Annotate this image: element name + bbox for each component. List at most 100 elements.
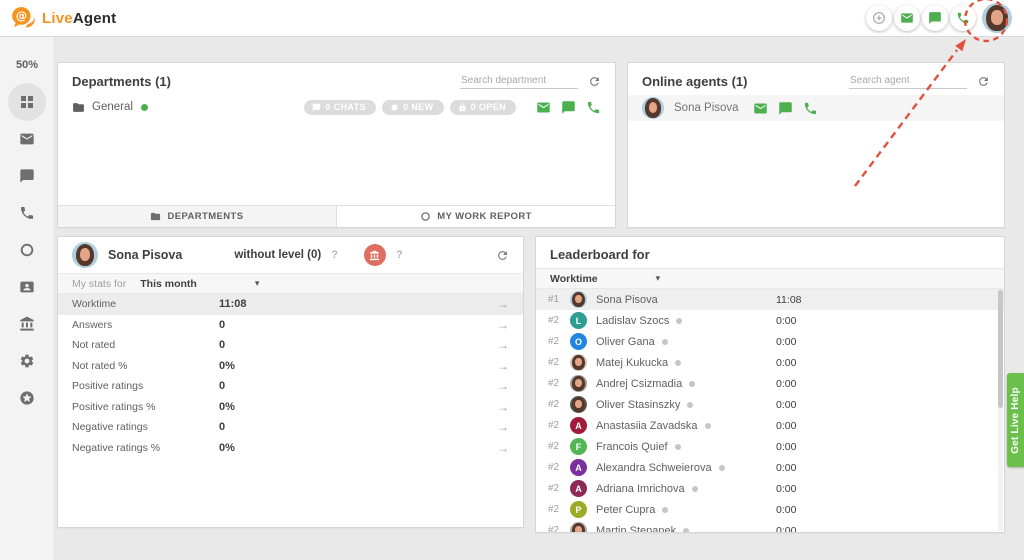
add-button[interactable] (866, 5, 892, 31)
rank-label: #2 (548, 357, 570, 368)
leaderboard-row[interactable]: #2 A Adriana Imrichova 0:00 (536, 478, 1004, 499)
refresh-icon[interactable] (977, 75, 990, 88)
leaderboard-row[interactable]: #2 O Oliver Gana 0:00 (536, 331, 1004, 352)
leaderboard-row[interactable]: #1 Sona Pisova 11:08 (536, 289, 1004, 310)
rank-label: #2 (548, 378, 570, 389)
tab-departments[interactable]: DEPARTMENTS (58, 206, 336, 227)
tab-my-work-report[interactable]: MY WORK REPORT (336, 206, 615, 227)
rank-label: #2 (548, 483, 570, 494)
sidebar-item-contacts[interactable] (0, 268, 55, 305)
bank-icon (369, 250, 380, 261)
period-select[interactable]: This month (140, 278, 197, 290)
rank-label: #2 (548, 336, 570, 347)
agent-name: Martin Stepanek (596, 525, 676, 534)
department-row[interactable]: General 0 CHATS 0 NEW 0 OPEN (58, 95, 615, 119)
stat-label: Positive ratings % (72, 401, 155, 413)
stat-value: 0 (219, 380, 225, 392)
sidebar-item-settings[interactable] (0, 342, 55, 379)
rank-label: #1 (548, 294, 570, 305)
new-ticket-button[interactable] (894, 5, 920, 31)
caret-down-icon[interactable]: ▾ (255, 278, 260, 289)
agent-avatar (72, 242, 98, 268)
badge-label: 0 NEW (403, 102, 434, 112)
liveagent-logo[interactable]: @ LiveAgent (10, 5, 116, 31)
leaderboard-row[interactable]: #2 Oliver Stasinszky 0:00 (536, 394, 1004, 415)
leaderboard-row[interactable]: #2 Martin Stepanek 0:00 (536, 520, 1004, 533)
stat-arrow-icon[interactable]: → (497, 338, 509, 352)
scrollbar-track[interactable] (998, 290, 1003, 531)
metric-value: 0:00 (776, 378, 796, 390)
get-live-help-tab[interactable]: Get Live Help (1007, 373, 1024, 467)
sidebar-item-chats[interactable] (0, 157, 55, 194)
agent-avatar (570, 291, 587, 308)
offline-status-dot (675, 444, 681, 450)
user-avatar-button[interactable] (982, 2, 1014, 34)
stat-label: Negative ratings (72, 421, 148, 433)
agent-avatar (570, 522, 587, 533)
stat-arrow-icon[interactable]: → (497, 400, 509, 414)
sidebar-item-dashboard[interactable] (0, 83, 55, 120)
stat-arrow-icon[interactable]: → (497, 359, 509, 373)
phone-icon (19, 205, 35, 221)
stat-arrow-icon[interactable]: → (497, 318, 509, 332)
sidebar-item-company[interactable] (0, 305, 55, 342)
sidebar-item-help[interactable] (0, 379, 55, 416)
phone-icon[interactable] (803, 101, 818, 116)
stat-row[interactable]: Positive ratings 0 → (58, 376, 523, 397)
agent-avatar (642, 97, 664, 119)
user-avatar (982, 3, 1012, 33)
email-icon[interactable] (536, 100, 551, 115)
new-call-button[interactable] (950, 5, 976, 31)
stat-row[interactable]: Not rated 0 → (58, 335, 523, 356)
agent-avatar (570, 354, 587, 371)
metric-value: 0:00 (776, 315, 796, 327)
rank-label: #2 (548, 525, 570, 533)
leaderboard-row[interactable]: #2 A Alexandra Schweierova 0:00 (536, 457, 1004, 478)
level-help-icon[interactable]: ? (331, 249, 338, 261)
agent-avatar: O (570, 333, 587, 350)
stat-arrow-icon[interactable]: → (497, 441, 509, 455)
sidebar-item-tickets[interactable] (0, 120, 55, 157)
sidebar-item-sla[interactable] (0, 231, 55, 268)
chat-icon[interactable] (561, 100, 576, 115)
badge-help-icon[interactable]: ? (396, 249, 403, 261)
leaderboard-row[interactable]: #2 L Ladislav Szocs 0:00 (536, 310, 1004, 331)
online-agent-row[interactable]: Sona Pisova (628, 95, 1004, 121)
stat-row[interactable]: Not rated % 0% → (58, 356, 523, 377)
stat-arrow-icon[interactable]: → (497, 297, 509, 311)
agent-name: Sona Pisova (108, 248, 182, 262)
stat-value: 0 (219, 339, 225, 351)
stat-arrow-icon[interactable]: → (497, 420, 509, 434)
dashboard-tabs: DEPARTMENTS MY WORK REPORT (58, 205, 615, 227)
plus-circle-icon (872, 11, 886, 25)
email-icon[interactable] (753, 101, 768, 116)
offline-status-dot (675, 360, 681, 366)
rank-label: #2 (548, 504, 570, 515)
stat-row[interactable]: Positive ratings % 0% → (58, 397, 523, 418)
leaderboard-row[interactable]: #2 A Anastasiia Zavadska 0:00 (536, 415, 1004, 436)
caret-down-icon[interactable]: ▾ (656, 273, 661, 284)
chat-icon (19, 168, 35, 184)
stat-row[interactable]: Negative ratings % 0% → (58, 438, 523, 459)
ring-icon (420, 211, 431, 222)
refresh-icon[interactable] (588, 75, 601, 88)
department-search-input[interactable] (460, 73, 578, 89)
refresh-icon[interactable] (496, 249, 509, 262)
stat-row[interactable]: Negative ratings 0 → (58, 417, 523, 438)
agent-search-input[interactable] (849, 73, 967, 89)
stat-row[interactable]: Worktime 11:08 → (58, 294, 523, 315)
stat-arrow-icon[interactable]: → (497, 379, 509, 393)
scrollbar-thumb[interactable] (998, 290, 1003, 408)
leaderboard-row[interactable]: #2 Matej Kukucka 0:00 (536, 352, 1004, 373)
sidebar-item-calls[interactable] (0, 194, 55, 231)
leaderboard-row[interactable]: #2 Andrej Csizmadia 0:00 (536, 373, 1004, 394)
stat-row[interactable]: Answers 0 → (58, 315, 523, 336)
new-chat-button[interactable] (922, 5, 948, 31)
leaderboard-row[interactable]: #2 P Peter Cupra 0:00 (536, 499, 1004, 520)
chat-icon[interactable] (778, 101, 793, 116)
metric-value: 0:00 (776, 525, 796, 534)
agent-name: Alexandra Schweierova (596, 462, 712, 474)
leaderboard-row[interactable]: #2 F Francois Quief 0:00 (536, 436, 1004, 457)
phone-icon[interactable] (586, 100, 601, 115)
metric-select[interactable]: Worktime (550, 273, 598, 285)
